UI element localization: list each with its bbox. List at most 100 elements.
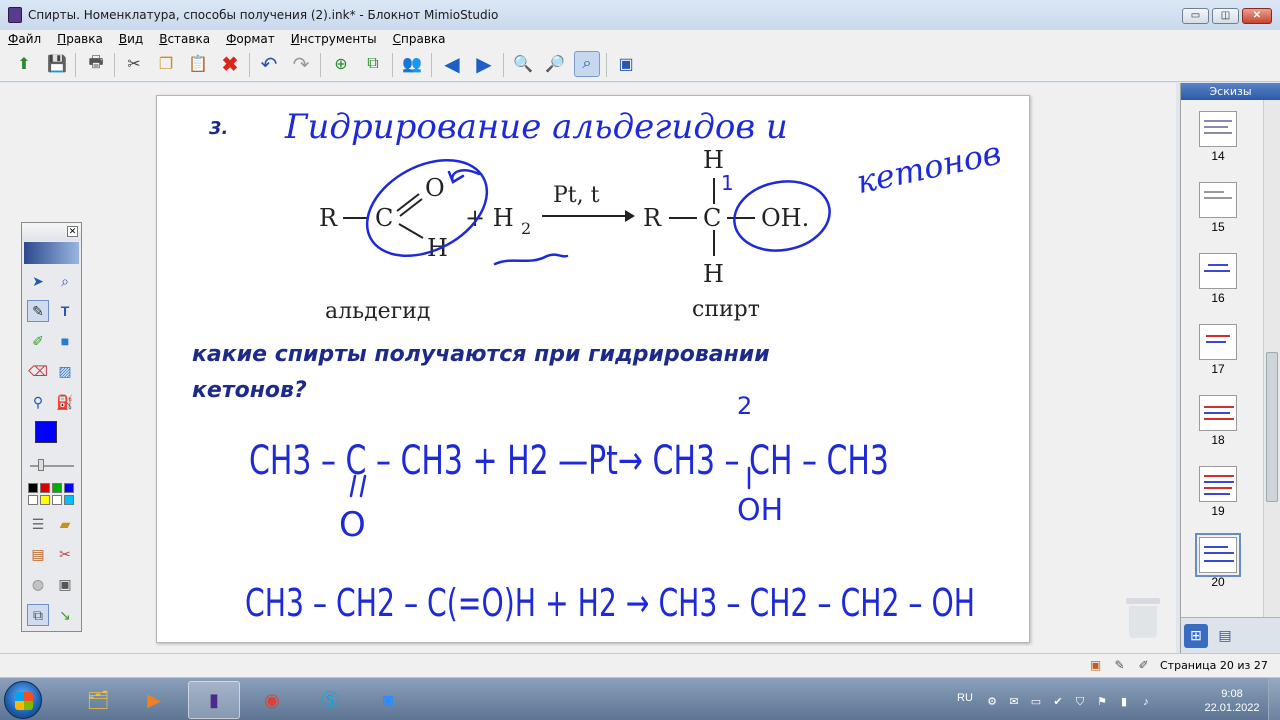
- swatch-cyan[interactable]: [64, 495, 74, 505]
- forward-icon[interactable]: ▶: [471, 51, 497, 77]
- swatch-none[interactable]: [52, 495, 62, 505]
- image-tool-icon[interactable]: ▨: [54, 360, 76, 382]
- pen-tool-icon[interactable]: ✎: [27, 300, 49, 322]
- zoom-fit-icon[interactable]: ⌕: [574, 51, 600, 77]
- screen-capture-icon[interactable]: ▣: [54, 573, 76, 595]
- copy-icon[interactable]: ❐: [153, 51, 179, 77]
- reaction-r-left: R: [319, 204, 338, 232]
- trash-icon[interactable]: [1126, 598, 1160, 640]
- menu-insert[interactable]: Вставка: [159, 32, 210, 46]
- shape-tool-icon[interactable]: ■: [54, 330, 76, 352]
- skype-icon[interactable]: Ⓢ: [304, 681, 356, 719]
- screen-tray-icon[interactable]: ▭: [1030, 696, 1042, 708]
- security-tray-icon[interactable]: ✔: [1052, 696, 1064, 708]
- tools-status-icon[interactable]: ✐: [1136, 658, 1151, 673]
- thumbnail-page-selected[interactable]: [1195, 533, 1241, 577]
- swatch-white[interactable]: [28, 495, 38, 505]
- menu-format[interactable]: Формат: [226, 32, 275, 46]
- menu-help[interactable]: Справка: [393, 32, 446, 46]
- maximize-button[interactable]: ◫: [1212, 8, 1239, 24]
- start-button[interactable]: [4, 681, 42, 719]
- line-style-icon[interactable]: ☰: [27, 513, 49, 535]
- flag-tray-icon[interactable]: ⚑: [1096, 696, 1108, 708]
- eraser-tool-icon[interactable]: ⌫: [27, 360, 49, 382]
- menu-view[interactable]: Вид: [119, 32, 143, 46]
- zoom-tool-icon[interactable]: ⌕: [54, 270, 76, 292]
- swatch-blue[interactable]: [64, 483, 74, 493]
- swatch-black[interactable]: [28, 483, 38, 493]
- palette-close-button[interactable]: ✕: [67, 226, 78, 237]
- paste-icon[interactable]: 📋: [185, 51, 211, 77]
- redo-icon[interactable]: ↷: [288, 51, 314, 77]
- menu-file[interactable]: Файл: [8, 32, 41, 46]
- print-icon[interactable]: 🖶: [83, 51, 109, 77]
- clock-date: 22.01.2022: [1204, 702, 1260, 714]
- thumbnail-page[interactable]: [1199, 466, 1237, 502]
- save-icon[interactable]: 💾: [44, 51, 70, 77]
- gallery-view-icon[interactable]: ▤: [1213, 624, 1237, 648]
- zoom-icon[interactable]: ◙: [362, 681, 414, 719]
- thumbnail-page[interactable]: [1199, 111, 1237, 147]
- show-desktop-button[interactable]: [1268, 678, 1280, 720]
- thumbnail-page[interactable]: [1199, 182, 1237, 218]
- new-page-icon[interactable]: ⊕: [328, 51, 354, 77]
- pen-status-icon[interactable]: ✎: [1112, 658, 1127, 673]
- notebook-page[interactable]: 3. Гидрирование альдегидов и кетонов R C…: [156, 95, 1030, 643]
- reaction-h-bottom: H: [703, 260, 724, 288]
- network-tray-icon[interactable]: ⚙: [986, 696, 998, 708]
- highlighter-tool-icon[interactable]: ✐: [27, 330, 49, 352]
- thumbnails-view-icon[interactable]: ⊞: [1184, 624, 1208, 648]
- thickness-slider[interactable]: [30, 465, 74, 467]
- signal-tray-icon[interactable]: ▮: [1118, 696, 1130, 708]
- duplicate-page-icon[interactable]: ⧉: [360, 51, 386, 77]
- handwritten-title-1: Гидрирование альдегидов и: [284, 107, 788, 147]
- back-icon[interactable]: ◀: [439, 51, 465, 77]
- media-player-icon[interactable]: ▶: [128, 681, 180, 719]
- language-indicator[interactable]: RU: [957, 692, 973, 704]
- menu-tools[interactable]: Инструменты: [291, 32, 377, 46]
- mimio-icon[interactable]: ▮: [188, 681, 240, 719]
- spotlight-tool-icon[interactable]: ✂: [54, 543, 76, 565]
- record-tool-icon[interactable]: ◍: [27, 573, 49, 595]
- swatch-yellow[interactable]: [40, 495, 50, 505]
- thumbnail-page[interactable]: [1199, 395, 1237, 431]
- screen-icon[interactable]: ▣: [613, 51, 639, 77]
- zoom-in-icon[interactable]: 🔍: [510, 51, 536, 77]
- record-status-icon[interactable]: ▣: [1088, 658, 1103, 673]
- eyedropper-tool-icon[interactable]: ⚲: [27, 391, 49, 413]
- taskbar: 🗂 ▶ ▮ ◉ Ⓢ ◙ RU ⚙ ✉ ▭ ✔ ⛉ ⚑ ▮ ♪ 9:08 22.0…: [0, 677, 1280, 720]
- current-color-swatch[interactable]: [35, 421, 57, 443]
- undo-icon[interactable]: ↶: [256, 51, 282, 77]
- menu-edit[interactable]: Правка: [57, 32, 103, 46]
- chrome-icon[interactable]: ◉: [246, 681, 298, 719]
- thumbnail-page[interactable]: [1199, 253, 1237, 289]
- thumbnail-page[interactable]: [1199, 324, 1237, 360]
- gallery-icon[interactable]: ▰: [54, 513, 76, 535]
- users-icon[interactable]: 👥: [399, 51, 425, 77]
- annotate-mode-icon[interactable]: ↘: [54, 604, 76, 626]
- cut-icon[interactable]: ✂: [121, 51, 147, 77]
- equation-1-mark: 2: [737, 392, 752, 420]
- mail-tray-icon[interactable]: ✉: [1008, 696, 1020, 708]
- desktop-mode-icon[interactable]: ⧉: [27, 604, 49, 626]
- thumbnails-scrollbar[interactable]: [1263, 100, 1280, 620]
- shield-tray-icon[interactable]: ⛉: [1074, 696, 1086, 708]
- thickness-slider-handle[interactable]: [38, 459, 44, 471]
- text-tool-icon[interactable]: T: [54, 300, 76, 322]
- scrollbar-thumb[interactable]: [1266, 352, 1278, 502]
- explorer-icon[interactable]: 🗂: [72, 681, 124, 719]
- equation-1-oh: OH: [737, 493, 783, 528]
- volume-tray-icon[interactable]: ♪: [1140, 696, 1152, 708]
- close-button[interactable]: ✕: [1242, 8, 1272, 24]
- minimize-button[interactable]: ▭: [1182, 8, 1209, 24]
- clock[interactable]: 9:08 22.01.2022: [1202, 687, 1262, 715]
- swatch-green[interactable]: [52, 483, 62, 493]
- zoom-out-icon[interactable]: 🔎: [542, 51, 568, 77]
- title-bar: Спирты. Номенклатура, способы получения …: [0, 0, 1280, 30]
- swatch-red[interactable]: [40, 483, 50, 493]
- reveal-tool-icon[interactable]: ▤: [27, 543, 49, 565]
- open-icon[interactable]: ⬆: [11, 51, 37, 77]
- fill-tool-icon[interactable]: ⛽: [54, 391, 76, 413]
- delete-icon[interactable]: ✖: [217, 51, 243, 77]
- select-tool-icon[interactable]: ➤: [27, 270, 49, 292]
